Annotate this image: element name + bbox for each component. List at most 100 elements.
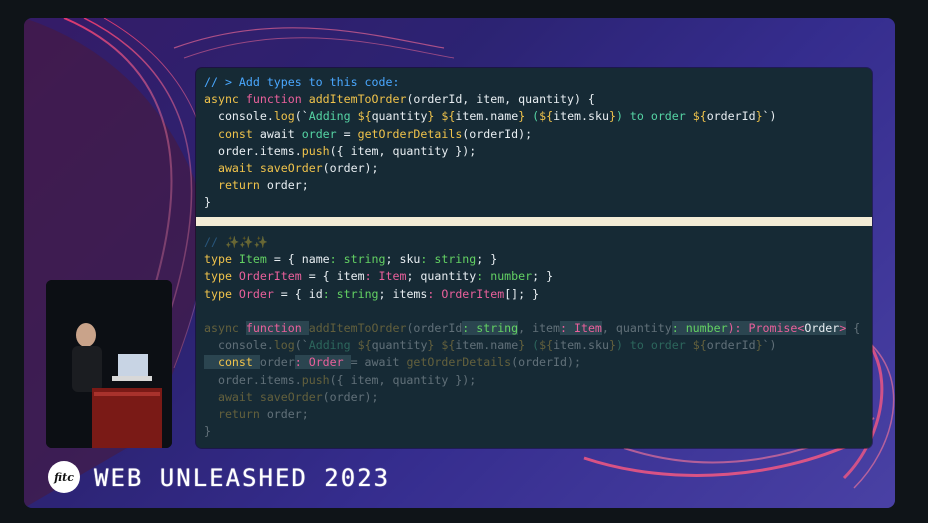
code-token: order; (266, 406, 309, 421)
code-token: item.name (455, 109, 519, 124)
code-token: ${ (539, 338, 554, 353)
code-token: ${ (357, 109, 372, 124)
code-token: ${ (539, 109, 554, 124)
code-token: function (245, 92, 309, 107)
code-token: : string (462, 320, 519, 335)
code-token: orderId (706, 109, 756, 124)
code-token: addItemToOrder (308, 92, 407, 107)
code-token: order; (266, 178, 309, 193)
code-line: const await order = getOrderDetails(orde… (204, 126, 864, 143)
event-title: WEB UNLEASHED 2023 (94, 464, 391, 492)
fitc-logo: fitc (48, 461, 80, 493)
code-token: return (204, 178, 267, 193)
code-token: `) (762, 338, 777, 353)
code-token: : number (476, 269, 533, 284)
code-token: getOrderDetails (406, 355, 512, 370)
code-token: ${ (692, 338, 707, 353)
code-token: : Order (294, 355, 351, 370)
code-token: order (259, 355, 295, 370)
speaker-video (46, 280, 172, 448)
code-token: : number (671, 320, 728, 335)
code-token: log (273, 109, 295, 124)
code-token: log (273, 338, 295, 353)
code-token: (` (294, 109, 309, 124)
code-token: ) to order (615, 338, 693, 353)
code-line: async function addItemToOrder(orderId: s… (204, 320, 864, 337)
code-token: type (204, 252, 239, 267)
code-token: type (204, 269, 239, 284)
code-token: (order); (322, 389, 379, 404)
code-token: = await (350, 355, 407, 370)
code-line: // ✨✨✨ (204, 234, 864, 251)
code-token: ${ (692, 109, 707, 124)
code-token: } (608, 338, 616, 353)
code-token: console. (204, 338, 274, 353)
code-token: // > Add types to this code: (204, 75, 400, 89)
code-token: ): Promise< (727, 320, 805, 335)
code-token: saveOrder (259, 389, 323, 404)
code-line: // > Add types to this code: (204, 74, 864, 91)
code-token: ({ item, quantity }); (329, 372, 477, 387)
code-token: : Item (560, 320, 602, 335)
code-token: // ✨✨✨ (204, 235, 269, 249)
code-token: Adding (308, 109, 358, 124)
code-token: = (343, 126, 358, 141)
code-token: Adding (308, 338, 358, 353)
code-token: = { id (280, 286, 323, 301)
code-token: : string (329, 252, 386, 267)
code-token: (orderId (406, 320, 463, 335)
code-line: return order; (204, 406, 864, 423)
code-token: OrderItem (238, 269, 309, 284)
code-divider (196, 217, 872, 226)
code-token: async (204, 92, 246, 107)
code-token: , item (518, 320, 561, 335)
code-token: []; } (504, 286, 540, 301)
code-token: await (204, 160, 260, 175)
code-line (204, 303, 864, 320)
code-token: ${ (441, 109, 456, 124)
code-line: async function addItemToOrder(orderId, i… (204, 91, 864, 108)
code-token: Item (238, 252, 274, 267)
code-token: addItemToOrder (308, 320, 407, 335)
code-token: } (518, 109, 533, 124)
code-token: order (301, 126, 344, 141)
code-token: } (427, 109, 442, 124)
code-token: } (518, 338, 533, 353)
code-token: = { item (308, 269, 365, 284)
code-line: const order: Order = await getOrderDetai… (204, 354, 864, 371)
code-token: : OrderItem (427, 286, 505, 301)
code-token: await (259, 126, 302, 141)
code-token: (orderId); (511, 355, 581, 370)
code-token: async (204, 320, 246, 335)
typed-code-block: // ✨✨✨ type Item = { name: string; sku: s… (204, 234, 864, 440)
code-line: order.items.push({ item, quantity }); (204, 372, 864, 389)
code-token: push (301, 372, 330, 387)
code-token: (orderId, item, quantity) { (406, 92, 595, 107)
code-token: Order (804, 320, 840, 335)
code-token: item.name (455, 338, 519, 353)
code-line: type Order = { id: string; items: OrderI… (204, 286, 864, 303)
code-token: { (846, 320, 861, 335)
code-token: } (755, 338, 763, 353)
speaker-illustration (46, 280, 172, 448)
code-editor-panel: // > Add types to this code: async functi… (196, 68, 872, 448)
code-token: const (204, 355, 260, 370)
code-token: Order (238, 286, 281, 301)
code-token: (` (294, 338, 309, 353)
code-token: ${ (441, 338, 456, 353)
code-token: quantity (371, 109, 428, 124)
code-token: ; } (476, 252, 498, 267)
code-token: } (608, 109, 616, 124)
original-code-block: // > Add types to this code: async functi… (204, 74, 864, 212)
code-token: = { name (273, 252, 330, 267)
code-token: ; items (378, 286, 428, 301)
code-line: type OrderItem = { item: Item; quantity:… (204, 268, 864, 285)
code-token: `) (762, 109, 777, 124)
code-token: : string (322, 286, 379, 301)
code-token: ({ item, quantity }); (329, 143, 477, 158)
code-token: const (204, 126, 260, 141)
code-token: ) to order (615, 109, 693, 124)
code-token: } (204, 195, 211, 210)
code-token: ; sku (385, 252, 421, 267)
